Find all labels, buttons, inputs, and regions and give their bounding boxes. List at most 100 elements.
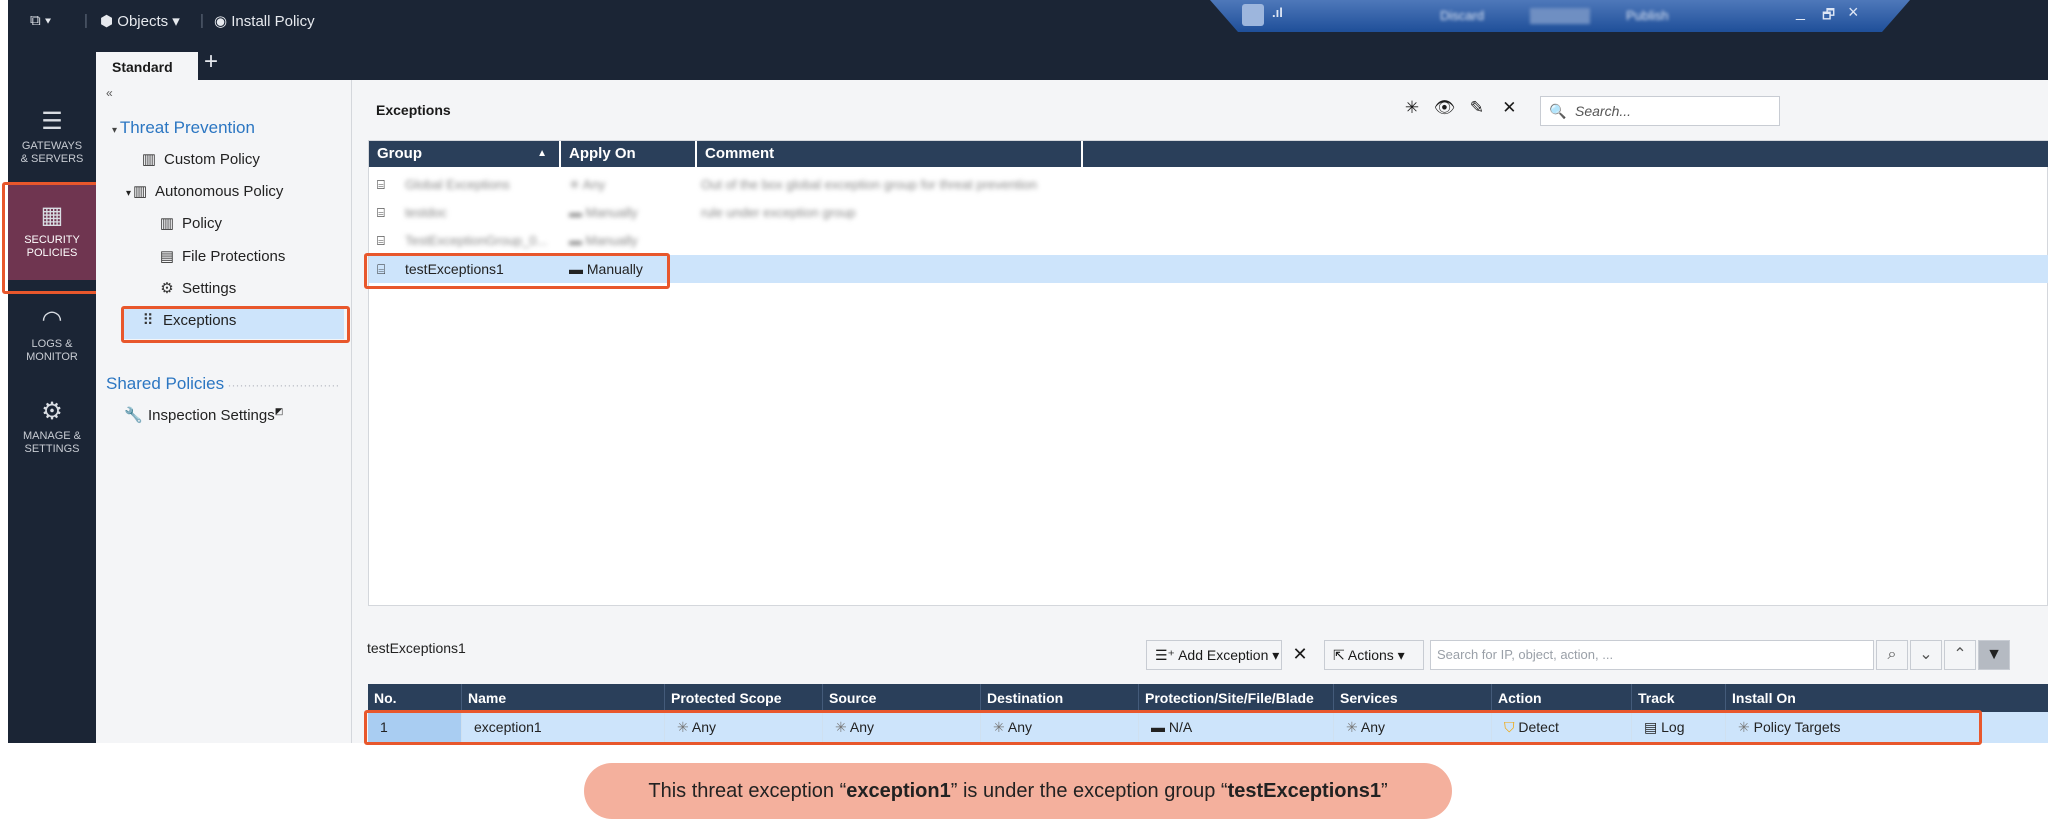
column-header-services[interactable]: Services: [1334, 684, 1492, 712]
column-header-destination[interactable]: Destination: [981, 684, 1139, 712]
column-header-source[interactable]: Source: [823, 684, 981, 712]
chevron-up-icon[interactable]: ⌃: [1944, 640, 1976, 670]
caption-exception: exception1: [846, 780, 951, 802]
column-label: Apply On: [569, 145, 636, 162]
actions-button[interactable]: ⇱ Actions ▾: [1324, 640, 1424, 670]
column-header-apply-on[interactable]: Apply On: [561, 141, 695, 167]
cube-icon: ⬢: [100, 13, 114, 30]
chevron-down-icon[interactable]: ⌄: [1910, 640, 1942, 670]
nav-logs-monitor[interactable]: ◠ LOGS & MONITOR: [8, 306, 96, 364]
session-icon[interactable]: [1242, 4, 1264, 26]
external-link-icon: ◩: [274, 406, 284, 416]
highlight-selected-group: [364, 253, 670, 289]
tree-autonomous-policy[interactable]: ▾ ▥ Autonomous Policy: [126, 182, 283, 200]
highlight-exception-rule: [364, 710, 1982, 745]
install-policy-label: Install Policy: [231, 13, 315, 30]
minimize-button[interactable]: _: [1796, 4, 1805, 22]
tree-label: Policy: [182, 215, 223, 232]
signal-icon: .ıl: [1272, 5, 1283, 20]
settings-gear-icon: ⚙: [160, 280, 174, 297]
divider: |: [200, 12, 204, 29]
search-placeholder: Search for IP, object, action, ...: [1437, 647, 1614, 662]
new-icon[interactable]: ✳: [1398, 98, 1426, 118]
column-header-filler: [1083, 141, 2048, 167]
tree-inspection-settings[interactable]: 🔧 Inspection Settings◩: [124, 406, 283, 424]
session-panel: .ıl Discard Publish _ 🗗 ×: [1210, 0, 1910, 32]
sort-asc-icon: ▲: [537, 148, 547, 159]
app-menu-icon[interactable]: ⧉ ▾: [30, 12, 51, 29]
exception-groups-table: Group ▲ Apply On Comment ⌸ Global Excepti…: [368, 140, 2048, 606]
column-header-comment[interactable]: Comment: [697, 141, 1081, 167]
tree-label: File Protections: [182, 248, 286, 265]
wrench-icon: 🔧: [124, 407, 143, 424]
file-icon: ▤: [159, 248, 175, 265]
policy-icon: ▥: [159, 215, 175, 232]
discard-button[interactable]: Discard: [1440, 8, 1484, 23]
nav-label: & SERVERS: [20, 153, 84, 165]
group-cell: TestExceptionGroup_0...: [405, 233, 548, 248]
search-icon[interactable]: ⌕: [1876, 640, 1908, 670]
publish-button[interactable]: Publish: [1626, 8, 1669, 23]
actions-label: Actions: [1347, 647, 1394, 663]
add-exception-label: Add Exception: [1178, 647, 1269, 663]
objects-menu[interactable]: ⬢ Objects ▾: [100, 12, 180, 30]
exceptions-search-input[interactable]: 🔍 Search...: [1540, 96, 1780, 126]
nav-label: LOGS &: [31, 338, 73, 350]
expand-arrow-icon: ▾: [112, 125, 120, 136]
table-row[interactable]: ⌸ testdoc ▬ Manually rule under exceptio…: [369, 199, 2048, 227]
column-header-name[interactable]: Name: [462, 684, 665, 712]
column-header-no[interactable]: No.: [368, 684, 462, 712]
apply-on-cell: ▬ Manually: [569, 233, 638, 248]
tree-label: Autonomous Policy: [155, 183, 284, 200]
export-icon: ⇱: [1333, 647, 1345, 663]
nav-manage-settings[interactable]: ⚙ MANAGE & SETTINGS: [8, 398, 96, 456]
gauge-icon: ◠: [41, 306, 63, 333]
caption-text: ” is under the exception group “: [950, 780, 1228, 802]
search-icon: 🔍: [1549, 103, 1567, 119]
session-count: [1530, 8, 1590, 24]
rules-search-input[interactable]: Search for IP, object, action, ...: [1430, 640, 1874, 670]
policy-tree: « ▾ Threat Prevention ▥ Custom Policy ▾ ▥ A…: [96, 80, 352, 743]
add-exception-button[interactable]: ☰⁺ Add Exception ▾: [1146, 640, 1282, 670]
caption-group: testExceptions1: [1227, 780, 1381, 802]
tree-shared-policies[interactable]: Shared Policies ························…: [106, 374, 339, 394]
column-header-protected-scope[interactable]: Protected Scope: [665, 684, 823, 712]
apply-on-cell: ✳ Any: [569, 177, 606, 192]
divider: ····························: [224, 378, 340, 392]
group-icon: ⌸: [377, 177, 385, 192]
left-navigation: ☰ GATEWAYS & SERVERS ▦ SECURITY POLICIES…: [8, 80, 96, 743]
restore-button[interactable]: 🗗: [1822, 4, 1835, 28]
tab-standard[interactable]: Standard: [96, 52, 198, 80]
add-tab-button[interactable]: +: [204, 50, 218, 74]
column-header-track[interactable]: Track: [1632, 684, 1726, 712]
tree-label: Inspection Settings: [148, 407, 275, 424]
group-cell: testdoc: [405, 205, 447, 220]
table-row[interactable]: ⌸ Global Exceptions ✳ Any Out of the box…: [369, 171, 2048, 199]
collapse-tree-button[interactable]: «: [106, 86, 113, 100]
tree-custom-policy[interactable]: ▥ Custom Policy: [140, 150, 260, 168]
column-header-group[interactable]: Group ▲: [369, 141, 559, 167]
search-placeholder: Search...: [1575, 103, 1632, 119]
tree-file-protections[interactable]: ▤ File Protections: [158, 247, 285, 265]
tree-threat-prevention[interactable]: ▾ Threat Prevention: [112, 118, 255, 138]
close-button[interactable]: ×: [1848, 2, 1859, 23]
tree-policy[interactable]: ▥ Policy: [158, 214, 222, 232]
tree-settings[interactable]: ⚙ Settings: [158, 279, 236, 297]
filter-icon[interactable]: ▼: [1978, 640, 2010, 670]
view-icon[interactable]: 👁: [1430, 98, 1458, 118]
install-policy-button[interactable]: ◉ Install Policy: [214, 12, 315, 30]
delete-rule-button[interactable]: ✕: [1286, 640, 1314, 670]
nav-label: MONITOR: [26, 351, 78, 363]
table-row[interactable]: ⌸ TestExceptionGroup_0... ▬ Manually: [369, 227, 2048, 255]
column-header-install-on[interactable]: Install On: [1726, 684, 2048, 712]
column-header-protection[interactable]: Protection/Site/File/Blade: [1139, 684, 1334, 712]
caption-text: This threat exception “: [648, 780, 847, 802]
delete-icon[interactable]: ✕: [1495, 98, 1523, 118]
nav-gateways-servers[interactable]: ☰ GATEWAYS & SERVERS: [8, 108, 96, 166]
column-header-action[interactable]: Action: [1492, 684, 1632, 712]
group-icon: ⌸: [377, 205, 385, 220]
policy-book-icon: ▥: [141, 151, 157, 168]
gear-icon: ⚙: [41, 398, 63, 425]
selected-group-label: testExceptions1: [367, 640, 466, 656]
edit-icon[interactable]: ✎: [1463, 98, 1491, 118]
